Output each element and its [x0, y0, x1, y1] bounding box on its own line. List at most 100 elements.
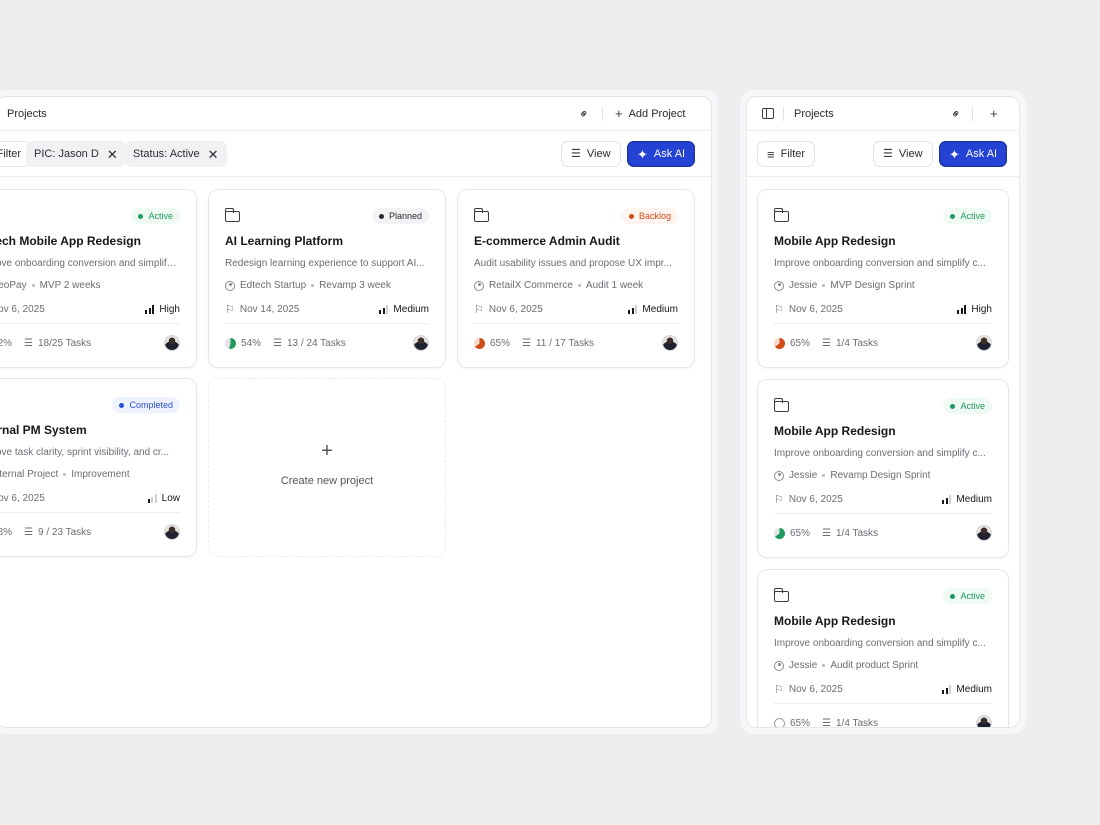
checklist-icon: ☰ [822, 527, 831, 539]
user-icon [774, 280, 784, 291]
sprint-name: MVP Design Sprint [830, 280, 915, 291]
checklist-icon: ☰ [822, 717, 831, 728]
project-card[interactable]: Backlog E-commerce Admin Audit Audit usa… [457, 189, 695, 368]
status-badge: Completed [112, 397, 180, 413]
divider [474, 323, 678, 324]
divider [972, 107, 973, 121]
divider [0, 323, 180, 324]
priority-label: Low [161, 493, 180, 504]
sidebar-toggle-icon[interactable] [762, 108, 774, 119]
priority-icon [942, 685, 952, 694]
project-card[interactable]: Planned AI Learning Platform Redesign le… [208, 189, 446, 368]
close-icon[interactable]: ✕ [208, 148, 219, 161]
priority-icon [379, 305, 389, 314]
due-date: Nov 6, 2025 [788, 304, 843, 315]
project-title: Edtech Mobile App Redesign [0, 234, 141, 248]
view-label: View [586, 148, 611, 160]
due-date: Nov 14, 2025 [239, 304, 300, 315]
add-project-button[interactable]: + Add Project [615, 107, 685, 120]
top-bar: Projects ⚭ + Add Project [0, 97, 711, 131]
folder-icon [773, 207, 789, 222]
add-project-label: Add Project [628, 107, 686, 120]
page-title: Projects [7, 107, 47, 120]
client-name: Jessie [789, 280, 818, 291]
due-date: Nov 6, 2025 [0, 493, 45, 504]
project-card[interactable]: Completed Internal PM System Improve tas… [0, 378, 197, 557]
status-badge: Active [943, 398, 992, 414]
link-icon[interactable]: ⚭ [948, 105, 965, 122]
priority-icon [942, 495, 952, 504]
folder-icon [473, 207, 489, 222]
filter-toolbar: ≡ Filter PIC: Jason D ✕ Status: Active ✕… [0, 131, 711, 177]
user-icon [474, 280, 484, 291]
view-button[interactable]: ☰ View [561, 141, 621, 167]
projects-list: Projects ⚭ + ≡ Filter ☰ View ✦ Ask AI Ac… [746, 96, 1020, 728]
avatar[interactable] [976, 525, 992, 541]
due-date: Nov 6, 2025 [0, 304, 45, 315]
sparkle-icon: ✦ [637, 146, 648, 162]
priority-label: Medium [642, 304, 678, 315]
progress-icon [225, 337, 236, 349]
client-name: Jessie [789, 660, 818, 671]
checklist-icon: ☰ [24, 337, 33, 349]
status-badge: Active [943, 588, 992, 604]
status-badge: Active [943, 208, 992, 224]
avatar[interactable] [976, 715, 992, 727]
project-description: Improve onboarding conversion and simpli… [774, 258, 986, 269]
sparkle-icon: ✦ [949, 146, 960, 162]
avatar[interactable] [976, 335, 992, 351]
flag-icon: ⚐ [774, 684, 784, 696]
due-date: Nov 6, 2025 [488, 304, 543, 315]
filter-chip-pic[interactable]: PIC: Jason D ✕ [26, 141, 126, 167]
project-meta: Jessie Revamp Design Sprint [774, 470, 992, 481]
close-icon[interactable]: ✕ [107, 148, 118, 161]
link-icon[interactable]: ⚭ [576, 105, 593, 122]
checklist-icon: ☰ [822, 337, 831, 349]
project-card[interactable]: Active Mobile App Redesign Improve onboa… [757, 569, 1009, 728]
filter-button[interactable]: ≡ Filter [757, 141, 816, 167]
client-name: Internal Project [0, 469, 59, 480]
ask-ai-button[interactable]: ✦ Ask AI [939, 141, 1008, 167]
view-button[interactable]: ☰ View [873, 141, 933, 167]
ask-ai-button[interactable]: ✦ Ask AI [627, 141, 696, 167]
progress-icon [774, 717, 785, 727]
project-meta: RetailX Commerce Audit 1 week [474, 280, 678, 291]
filter-chip-status[interactable]: Status: Active ✕ [125, 141, 227, 167]
tasks-count: 1/4 Tasks [835, 337, 879, 349]
flag-icon: ⚐ [225, 304, 235, 316]
priority-label: High [159, 304, 180, 315]
progress-value: 65% [790, 717, 811, 728]
sprint-name: Revamp 3 week [319, 280, 391, 291]
due-date: Nov 6, 2025 [788, 684, 843, 695]
project-meta: Jessie Audit product Sprint [774, 660, 992, 671]
create-new-project-card[interactable]: + Create new project [208, 378, 446, 557]
progress-value: 72% [0, 337, 13, 349]
avatar[interactable] [164, 335, 180, 351]
project-description: Audit usability issues and propose UX im… [474, 258, 672, 269]
top-bar: Projects ⚭ + [747, 97, 1019, 131]
project-meta: Internal Project Improvement [0, 469, 180, 480]
status-badge: Backlog [621, 208, 678, 224]
avatar[interactable] [164, 524, 180, 540]
project-card[interactable]: Active Mobile App Redesign Improve onboa… [757, 189, 1009, 368]
page-title: Projects [794, 107, 834, 120]
project-description: Improve onboarding conversion and simpli… [774, 448, 986, 459]
status-badge: Planned [371, 208, 429, 224]
ask-ai-label: Ask AI [653, 148, 686, 160]
avatar[interactable] [413, 335, 429, 351]
tasks-count: 9 / 23 Tasks [37, 526, 92, 538]
due-date: Nov 6, 2025 [788, 494, 843, 505]
divider [783, 107, 784, 121]
avatar[interactable] [662, 335, 678, 351]
priority-label: High [971, 304, 992, 315]
project-card[interactable]: Active Edtech Mobile App Redesign Improv… [0, 189, 197, 368]
divider [225, 323, 429, 324]
filter-label: Filter [0, 148, 22, 160]
project-title: E-commerce Admin Audit [474, 234, 620, 248]
status-badge: Active [131, 208, 180, 224]
checklist-icon: ☰ [522, 337, 531, 349]
add-project-button[interactable]: + [990, 107, 998, 120]
project-card[interactable]: Active Mobile App Redesign Improve onboa… [757, 379, 1009, 558]
divider [774, 703, 992, 704]
user-icon [774, 660, 784, 671]
